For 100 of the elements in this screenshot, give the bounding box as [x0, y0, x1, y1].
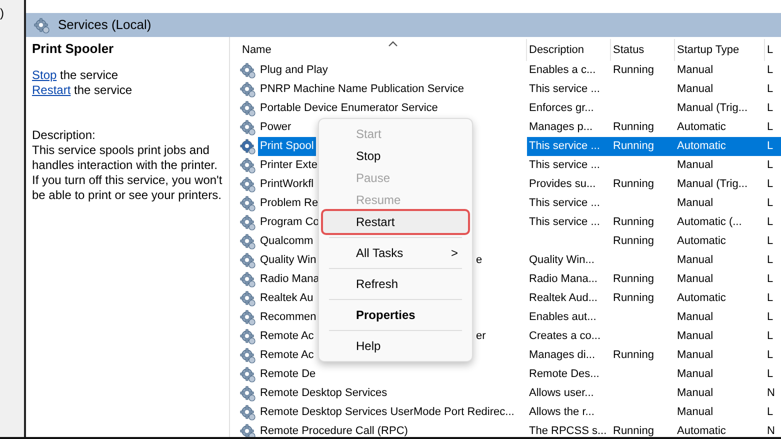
service-name[interactable]: Quality Win	[258, 251, 318, 270]
table-cell-text: Manual	[676, 158, 714, 173]
table-cell-text: L	[766, 63, 774, 78]
table-cell: Running	[611, 137, 675, 156]
table-cell-text: Manual	[676, 310, 714, 325]
service-name[interactable]: Radio Mana	[258, 270, 322, 289]
service-name[interactable]: Remote De	[258, 365, 318, 384]
column-header: L	[765, 39, 781, 61]
table-cell: This service ...	[527, 137, 611, 156]
service-name[interactable]: Portable Device Enumerator Service	[258, 99, 440, 118]
table-cell-text: Remote Des...	[528, 367, 600, 382]
service-name[interactable]: Remote Procedure Call (RPC)	[258, 422, 410, 437]
table-cell-text: Enables aut...	[528, 310, 598, 325]
gear-icon	[240, 404, 256, 420]
table-cell-text: The RPCSS s...	[528, 424, 608, 437]
table-cell-text: L	[766, 253, 774, 268]
table-cell-text: Running	[612, 177, 655, 192]
gear-icon	[240, 82, 256, 98]
table-cell-text: Allows user...	[528, 386, 595, 401]
service-name[interactable]: Realtek Au	[258, 289, 316, 308]
table-cell-text: Automatic (...	[676, 215, 743, 230]
table-cell-text: Running	[612, 424, 655, 437]
gear-icon	[240, 62, 256, 78]
menu-item[interactable]: Refresh	[323, 273, 468, 295]
service-name-fragment: er	[476, 329, 486, 344]
gear-icon	[240, 348, 256, 364]
table-cell-text: Automatic	[676, 424, 727, 437]
service-name[interactable]: Remote Ac	[258, 327, 316, 346]
table-cell-text: Provides su...	[528, 177, 597, 192]
table-cell-text: Running	[612, 291, 655, 306]
column-header: Startup Type	[675, 39, 765, 61]
menu-item[interactable]: Properties	[323, 304, 468, 326]
service-name[interactable]: Qualcomm	[258, 232, 316, 251]
table-cell-text: Running	[612, 63, 655, 78]
service-name[interactable]: Plug and Play	[258, 61, 330, 80]
menu-item[interactable]: All Tasks >	[323, 242, 468, 264]
service-name-fragment: e	[476, 253, 482, 268]
gear-icon	[240, 386, 256, 402]
table-cell-text: L	[766, 101, 774, 116]
table-cell-text: Running	[612, 234, 655, 249]
table-cell-text: L	[766, 310, 774, 325]
table-cell-text: L	[766, 120, 774, 135]
table-cell-text: Automatic	[676, 120, 727, 135]
table-cell-text: N	[766, 386, 776, 401]
table-cell-text: This service ...	[528, 215, 601, 230]
service-name[interactable]: Printer Exte	[258, 156, 320, 175]
action-text: Stop the service	[32, 68, 120, 83]
table-cell-text: Running	[612, 348, 655, 363]
action-text: Restart the service	[32, 83, 134, 98]
service-name[interactable]: Problem Re	[258, 194, 320, 213]
gear-icon	[240, 272, 256, 288]
table-cell-text: L	[766, 234, 774, 249]
table-cell-text: Enforces gr...	[528, 101, 595, 116]
action-link[interactable]: Stop	[32, 68, 57, 82]
gear-icon	[240, 252, 256, 268]
table-cell-text: Manual	[676, 196, 714, 211]
service-name[interactable]: PrintWorkfl	[258, 175, 316, 194]
table-cell-text: L	[766, 348, 774, 363]
table-cell-text: L	[766, 329, 774, 344]
service-name[interactable]: Remote Ac	[258, 346, 316, 365]
table-cell-text: Running	[612, 215, 655, 230]
table-cell-text: This service ...	[528, 82, 601, 97]
service-name[interactable]: Recommen	[258, 308, 318, 327]
table-cell-text: Manual (Trig...	[676, 177, 749, 192]
gear-icon	[240, 120, 256, 136]
table-cell-text: L	[766, 82, 774, 97]
table-cell-text: L	[766, 272, 774, 287]
gear-icon	[240, 234, 256, 250]
table-cell-text: L	[766, 367, 774, 382]
service-name[interactable]: Remote Desktop Services	[258, 384, 390, 403]
service-name[interactable]: Power	[258, 118, 294, 137]
column-header: Status	[611, 39, 675, 61]
menu-item[interactable]: Help	[323, 335, 468, 357]
gear-icon	[240, 196, 256, 212]
table-cell: Automatic	[675, 137, 765, 156]
table-cell-text: Manual	[676, 82, 714, 97]
submenu-arrow: >	[450, 245, 458, 262]
service-name[interactable]: PNRP Machine Name Publication Service	[258, 80, 466, 99]
table-cell-text: Manual	[676, 63, 714, 78]
menu-label: All Tasks	[356, 245, 404, 262]
table-cell-text: Manual	[676, 272, 714, 287]
description-label: Description:	[32, 128, 96, 143]
service-title: Print Spooler	[32, 41, 115, 56]
service-name[interactable]: Print Spool	[258, 137, 316, 156]
table-cell-text: Manual	[676, 348, 714, 363]
service-name[interactable]: Remote Desktop Services UserMode Port Redirec...	[258, 403, 516, 422]
action-link[interactable]: Restart	[32, 83, 71, 97]
table-cell-text: Manual	[676, 386, 714, 401]
table-cell-text: Manages di...	[528, 348, 596, 363]
gear-icon	[240, 158, 256, 174]
gear-icon	[240, 310, 256, 326]
table-cell-text: Running	[612, 272, 655, 287]
table-cell-text: This service ...	[528, 196, 601, 211]
table-cell-text: L	[766, 405, 774, 420]
gear-icon	[240, 100, 256, 116]
menu-item[interactable]: Stop	[323, 145, 468, 167]
menu-item[interactable]: Restart	[323, 211, 468, 233]
table-cell-text: L	[766, 177, 774, 192]
table-cell-text: L	[766, 291, 774, 306]
cut-off-text: )	[0, 6, 5, 20]
